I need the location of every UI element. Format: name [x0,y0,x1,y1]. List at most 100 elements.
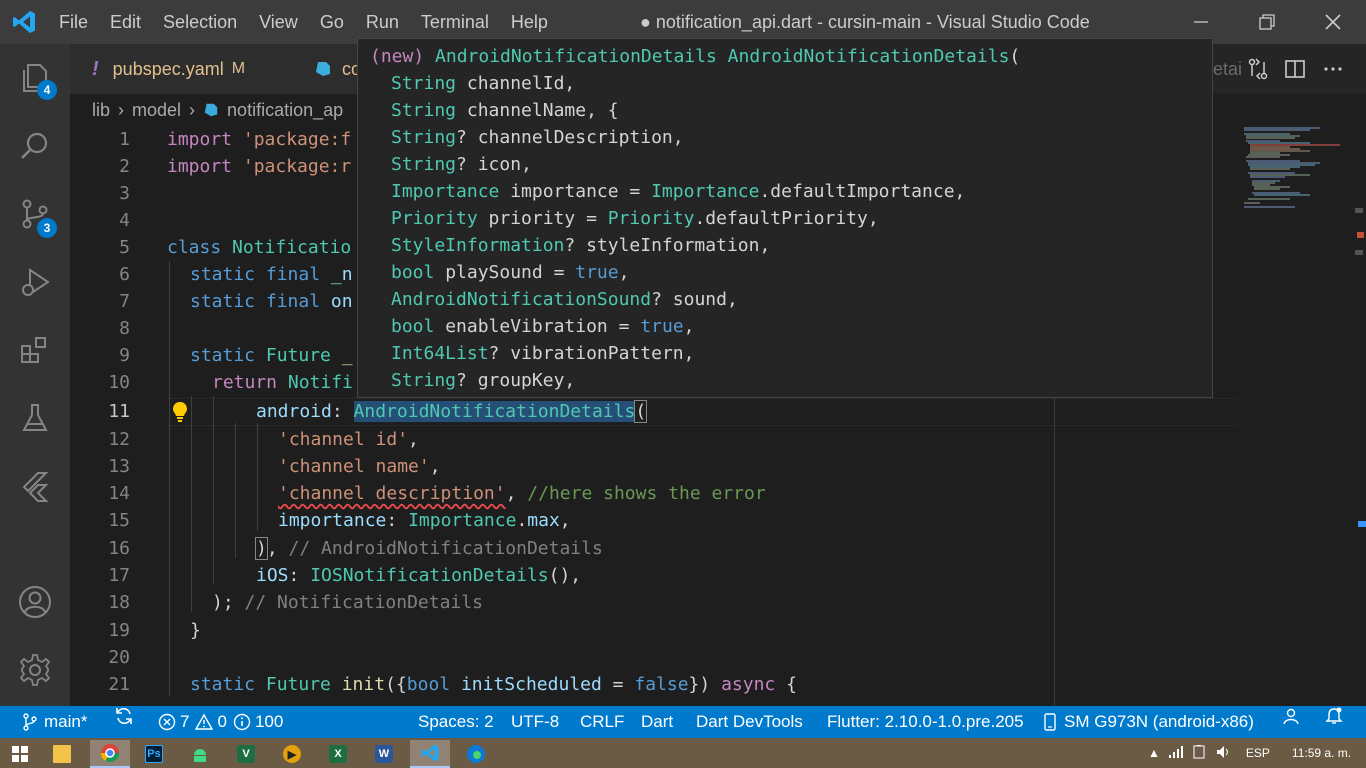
hover-line: Int64List? vibrationPattern, [391,343,695,364]
git-branch-icon [22,713,38,731]
menu-edit[interactable]: Edit [99,0,152,44]
code-line: static Future _ [190,345,353,366]
lightbulb-icon[interactable] [170,400,190,424]
line-number: 1 [119,129,130,150]
modified-badge: M [231,60,246,77]
code-line: ); // NotificationDetails [212,592,483,613]
line-number: 14 [108,483,130,504]
line-number: 4 [119,210,130,231]
indent-guide [257,423,258,531]
minimap[interactable] [1240,126,1350,706]
tab-label: pubspec.yaml [112,58,224,79]
tab-pubspec-yaml[interactable]: ! pubspec.yaml M [70,44,292,94]
code-line: iOS: IOSNotificationDetails(), [256,565,582,586]
vertical-scrollbar[interactable] [1352,126,1366,706]
restore-button[interactable] [1234,0,1300,44]
devtools-item[interactable]: Dart DevTools [696,706,803,738]
code-line: static Future init({bool initScheduled =… [190,674,797,695]
flutter-icon[interactable] [0,452,70,520]
excel-icon[interactable]: X [318,740,358,768]
photoshop-icon[interactable]: Ps [134,740,174,768]
hover-line: String? icon, [391,154,532,175]
file-explorer-icon[interactable] [42,740,82,768]
device-item[interactable]: SM G973N (android-x86) [1044,706,1254,738]
open-changes-icon[interactable] [1246,44,1270,94]
device-label: SM G973N (android-x86) [1064,712,1254,731]
code-line: import 'package:f [167,129,352,150]
wifi-signal-icon[interactable] [1168,745,1184,761]
windows-start-icon[interactable] [0,740,40,768]
dart-file-icon [203,102,219,118]
search-icon[interactable] [0,112,70,180]
line-number: 13 [108,456,130,477]
language-mode-item[interactable]: Dart [641,706,673,738]
phone-icon [1044,713,1056,731]
sync-icon[interactable] [114,706,134,726]
git-branch-label: main* [44,712,88,731]
line-number-active: 11 [108,401,130,422]
volume-icon[interactable] [1216,745,1232,762]
testing-flask-icon[interactable] [0,384,70,452]
edge-icon[interactable] [456,740,496,768]
vscode-taskbar-icon[interactable] [410,740,450,768]
more-actions-icon[interactable] [1322,44,1344,94]
error-count: 7 [180,712,190,731]
chevron-up-icon[interactable]: ▲ [1148,746,1160,760]
notifications-bell-icon[interactable] [1324,706,1344,726]
dart-file-icon [314,60,332,78]
run-debug-icon[interactable] [0,248,70,316]
code-line: } [190,620,201,641]
breadcrumb-model[interactable]: model [132,100,181,121]
explorer-icon[interactable] [0,44,70,112]
menu-go[interactable]: Go [309,0,355,44]
language-indicator[interactable]: ESP [1246,746,1270,760]
line-number: 17 [108,565,130,586]
vscode-logo-icon [0,0,48,44]
minimap-preview [1244,127,1340,208]
hover-line: (new) AndroidNotificationDetails Android… [370,46,1021,67]
code-line: 'channel name', [278,456,441,477]
scrollbar-info-marker [1358,521,1366,527]
code-line-error: 'channel description', //here shows the … [278,483,766,504]
eol-item[interactable]: CRLF [580,706,624,738]
code-line: static final _n [190,264,353,285]
problems-item[interactable]: 7 0 100 [158,706,283,738]
visual-studio-icon[interactable]: V [226,740,266,768]
code-line: importance: Importance.max, [278,510,571,531]
line-number: 19 [108,620,130,641]
menu-file[interactable]: File [48,0,99,44]
flutter-version-item[interactable]: Flutter: 2.10.0-1.0.pre.205 [827,706,1024,738]
line-number: 2 [119,156,130,177]
menu-view[interactable]: View [248,0,309,44]
plex-icon[interactable]: ▶ [272,740,312,768]
indentation-item[interactable]: Spaces: 2 [418,706,494,738]
word-icon[interactable]: W [364,740,404,768]
git-branch-item[interactable]: main* [22,706,87,738]
clock[interactable]: 11:59 a. m. [1292,746,1351,760]
info-icon [233,713,251,731]
accounts-icon[interactable] [0,568,70,636]
yaml-file-icon: ! [92,57,99,80]
split-editor-icon[interactable] [1284,44,1306,94]
source-control-icon[interactable] [0,180,70,248]
encoding-item[interactable]: UTF-8 [511,706,559,738]
line-number: 9 [119,345,130,366]
scrollbar-marker [1355,208,1363,213]
breadcrumb-lib[interactable]: lib [92,100,110,121]
hover-line: String? channelDescription, [391,127,684,148]
chrome-icon[interactable] [90,740,130,768]
warning-count: 0 [217,712,227,731]
settings-gear-icon[interactable] [0,636,70,704]
close-window-button[interactable] [1300,0,1366,44]
line-number: 16 [108,538,130,559]
breadcrumb-file[interactable]: notification_ap [227,100,343,121]
extensions-icon[interactable] [0,316,70,384]
menu-selection[interactable]: Selection [152,0,248,44]
line-number: 20 [108,647,130,668]
chevron-right-icon: › [189,99,196,120]
android-studio-icon[interactable] [180,740,220,768]
system-tray: ▲ ESP 11:59 a. m. [1148,738,1351,768]
line-number: 8 [119,318,130,339]
battery-icon[interactable] [1192,744,1208,762]
feedback-icon[interactable] [1281,706,1301,726]
